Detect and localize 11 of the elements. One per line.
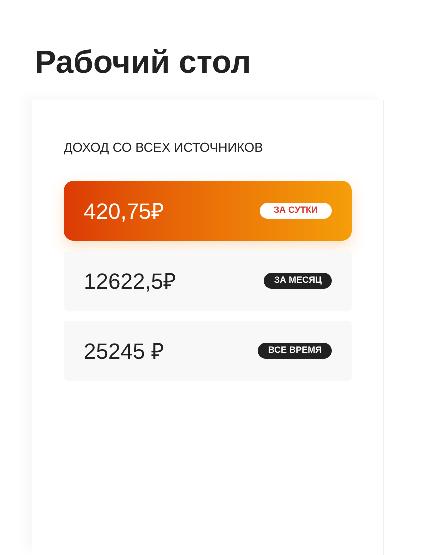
- income-card[interactable]: 420,75₽ ЗА СУТКИ: [64, 181, 352, 241]
- period-badge: ЗА СУТКИ: [260, 203, 332, 219]
- period-badge: ВСЕ ВРЕМЯ: [258, 343, 332, 359]
- income-card[interactable]: 12622,5₽ ЗА МЕСЯЦ: [64, 251, 352, 311]
- income-card[interactable]: 25245 ₽ ВСЕ ВРЕМЯ: [64, 321, 352, 381]
- amount: 25245 ₽: [84, 338, 164, 366]
- amount: 12622,5₽: [84, 268, 177, 296]
- section-heading: ДОХОД СО ВСЕХ ИСТОЧНИКОВ: [64, 140, 264, 156]
- page-title: Рабочий стол: [35, 43, 252, 82]
- period-badge: ЗА МЕСЯЦ: [264, 273, 332, 289]
- amount: 420,75₽: [84, 198, 164, 226]
